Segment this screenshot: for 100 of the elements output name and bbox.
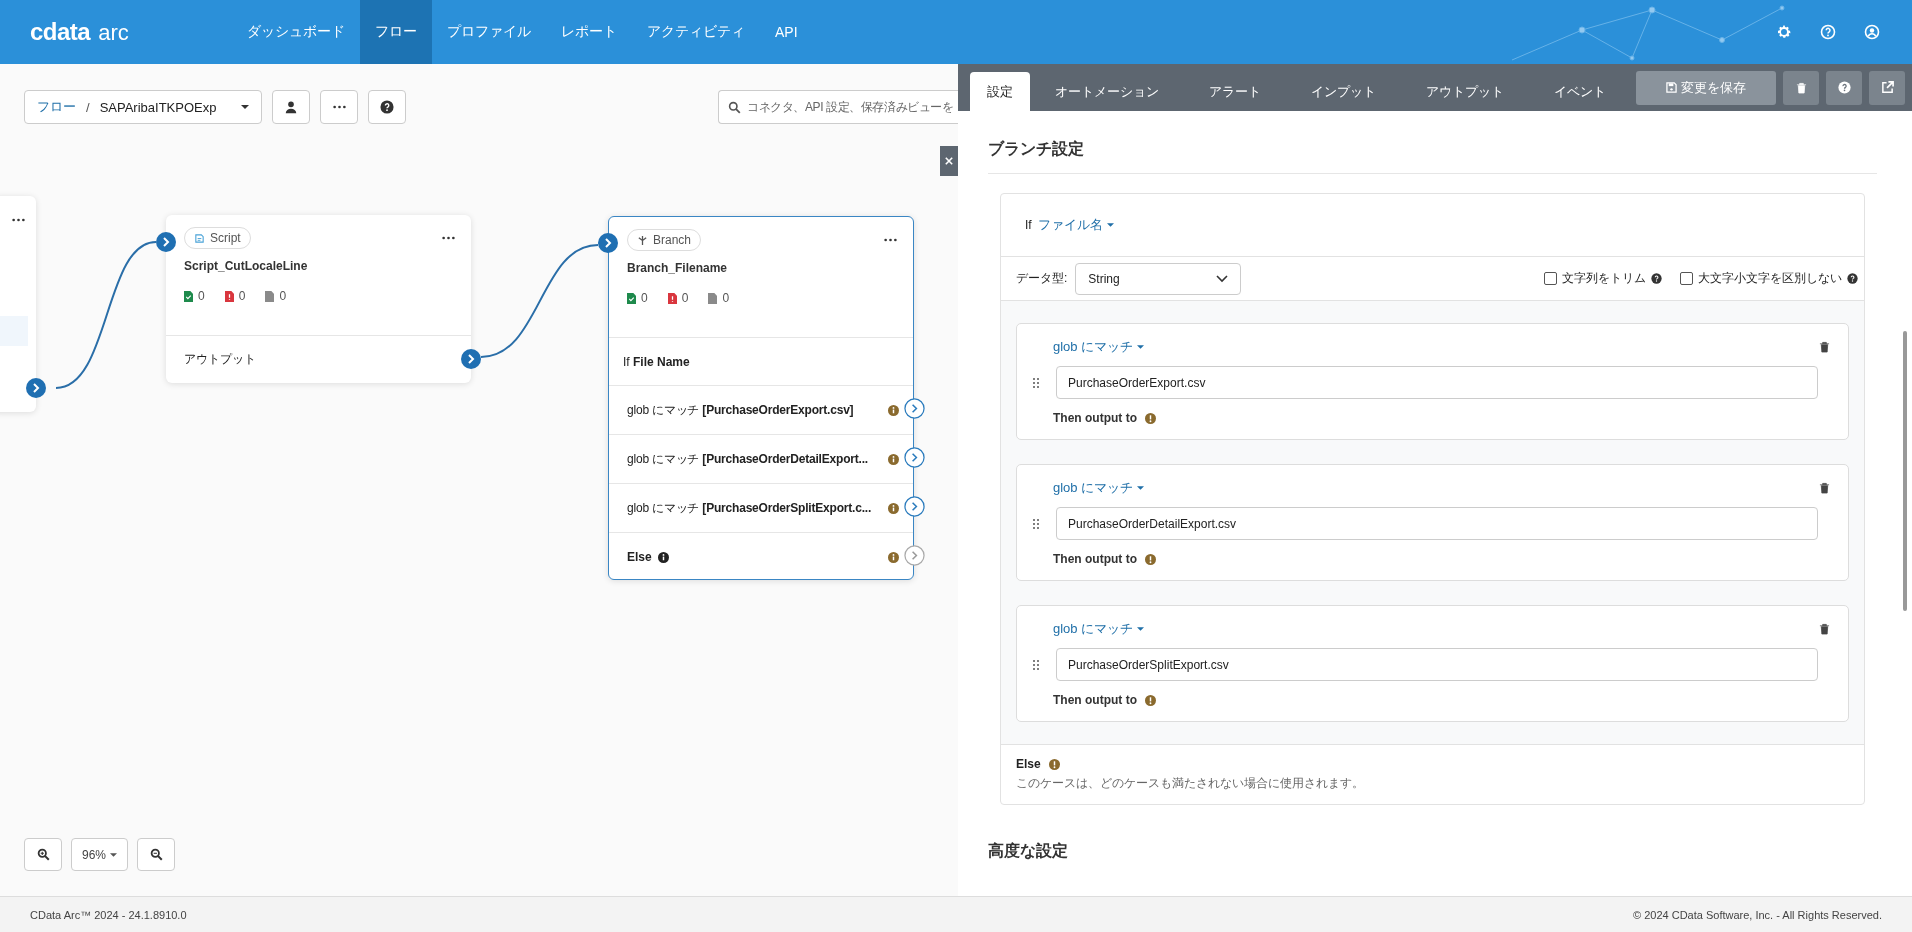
port-icon[interactable] (156, 232, 176, 252)
trash-icon (1795, 81, 1807, 94)
delete-icon[interactable] (1819, 482, 1830, 494)
port-icon[interactable] (904, 398, 925, 419)
zoom-out-icon (149, 848, 163, 861)
error-file-icon (224, 290, 234, 302)
case-label[interactable]: glob にマッチ [PurchaseOrderExport.csv] (627, 401, 854, 419)
panel-tab[interactable]: イベント (1529, 72, 1631, 111)
checkbox[interactable] (1680, 272, 1693, 285)
info-icon (888, 404, 899, 416)
flow-selector[interactable]: フロー / SAPAribaITKPOExp (24, 90, 262, 124)
case-label[interactable]: glob にマッチ [PurchaseOrderDetailExport... (627, 450, 868, 468)
chevron-down-icon (1216, 274, 1229, 283)
file-count: 0 (681, 291, 689, 305)
caret-icon (1137, 345, 1145, 349)
more-icon[interactable] (884, 238, 897, 242)
settings-icon[interactable] (1776, 24, 1792, 40)
caret-icon (1137, 627, 1145, 631)
file-icon (708, 292, 718, 304)
port-icon[interactable] (26, 378, 46, 398)
panel-tab[interactable]: アウトプット (1401, 72, 1529, 111)
port-icon[interactable] (598, 233, 618, 253)
help-button[interactable] (1826, 70, 1862, 105)
info-icon (888, 551, 899, 563)
user-icon (284, 100, 298, 114)
help-icon (380, 100, 394, 114)
drag-handle-icon[interactable] (1033, 518, 1039, 529)
node-name: Branch_Filename (626, 260, 729, 275)
pattern-input[interactable]: PurchaseOrderSplitExport.csv (1056, 648, 1818, 681)
flow-node[interactable]: Script Script_CutLocaleLine 0 0 0 アウトプット (166, 215, 471, 383)
section-heading: 高度な設定 (988, 841, 1069, 862)
help-icon (1847, 273, 1858, 284)
breadcrumb-separator: / (86, 99, 90, 115)
zoom-in-button[interactable] (24, 838, 62, 871)
nav-tab[interactable]: ダッシュボード (232, 0, 360, 64)
checkbox-label: 文字列をトリム (1562, 270, 1646, 287)
case-label[interactable]: glob にマッチ [PurchaseOrderSplitExport.c... (627, 499, 872, 517)
port-icon[interactable] (904, 447, 925, 468)
then-output-label: Then output to (1053, 693, 1137, 707)
panel-tab[interactable]: インプット (1286, 72, 1401, 111)
nav-tab[interactable]: プロファイル (432, 0, 546, 64)
nav-tab[interactable]: フロー (360, 0, 432, 64)
logo[interactable]: cdata arc (30, 18, 220, 46)
if-label: If (1025, 218, 1032, 232)
delete-icon[interactable] (1819, 623, 1830, 635)
operator-dropdown[interactable]: glob にマッチ (1053, 338, 1145, 356)
zoom-level-dropdown[interactable]: 96% (71, 838, 129, 871)
port-icon[interactable] (461, 349, 481, 369)
then-output-label: Then output to (1053, 552, 1137, 566)
data-type-select[interactable]: String (1075, 262, 1242, 295)
else-title: Else (1016, 757, 1041, 771)
node-name: Script_CutLocaleLine (183, 258, 309, 273)
save-button[interactable]: 変更を保存 (1636, 70, 1776, 105)
delete-icon[interactable] (1819, 341, 1830, 353)
flow-node[interactable]: Branch Branch_Filename 0 0 0 If File Name glob にマッチ [PurchaseOrderExport.csv] glob にマッチ [PurchaseOrderDetailExport... glob にマッチ [PurchaseOrderSplitExport.c... Else (608, 216, 914, 580)
panel-tab[interactable]: アラート (1184, 72, 1286, 111)
caret-icon (241, 105, 249, 109)
save-icon (1666, 82, 1677, 93)
help-button[interactable] (368, 90, 406, 124)
caret-icon (1137, 486, 1145, 490)
drag-handle-icon[interactable] (1033, 377, 1039, 388)
caret-icon (110, 852, 118, 857)
help-icon[interactable] (1820, 24, 1836, 40)
else-label[interactable]: Else (627, 550, 652, 564)
operator-dropdown[interactable]: glob にマッチ (1053, 479, 1145, 497)
external-link-icon (1880, 81, 1894, 94)
copyright-text: © 2024 CData Software, Inc. - All Rights Reserved. (1633, 908, 1882, 921)
flow-node[interactable] (0, 196, 36, 412)
delete-button[interactable] (1783, 70, 1819, 105)
condition-label: If File Name (623, 354, 690, 369)
then-output-label: Then output to (1053, 411, 1137, 425)
checkbox[interactable] (1544, 272, 1557, 285)
info-icon (888, 453, 899, 465)
panel-tab[interactable]: オートメーション (1030, 72, 1184, 111)
more-icon[interactable] (442, 236, 455, 240)
close-button[interactable] (940, 146, 958, 176)
nav-tab[interactable]: アクティビティ (632, 0, 760, 64)
user-icon[interactable] (1864, 24, 1880, 40)
nav-tab[interactable]: API (760, 0, 813, 64)
breadcrumb-link[interactable]: フロー (37, 98, 76, 116)
open-external-button[interactable] (1869, 70, 1905, 105)
success-file-icon (627, 292, 636, 304)
error-file-icon (667, 292, 677, 304)
user-button[interactable] (272, 90, 310, 124)
more-icon[interactable] (12, 218, 25, 222)
search-field[interactable]: コネクタ、API 設定、保存済みビューを (718, 90, 958, 124)
zoom-out-button[interactable] (137, 838, 176, 871)
file-count: 0 (238, 289, 246, 303)
file-count: 0 (198, 289, 205, 303)
checkbox-label: 大文字小文字を区別しない (1698, 270, 1842, 287)
panel-tab[interactable]: 設定 (970, 72, 1030, 111)
nav-tab[interactable]: レポート (546, 0, 632, 64)
close-icon (945, 157, 953, 165)
port-icon[interactable] (904, 496, 925, 517)
warning-icon (1048, 758, 1060, 770)
pattern-input[interactable]: PurchaseOrderDetailExport.csv (1056, 507, 1818, 540)
pattern-input[interactable]: PurchaseOrderExport.csv (1056, 366, 1818, 399)
field-dropdown[interactable]: ファイル名 (1037, 216, 1114, 234)
operator-dropdown[interactable]: glob にマッチ (1053, 620, 1145, 638)
drag-handle-icon[interactable] (1033, 659, 1039, 670)
